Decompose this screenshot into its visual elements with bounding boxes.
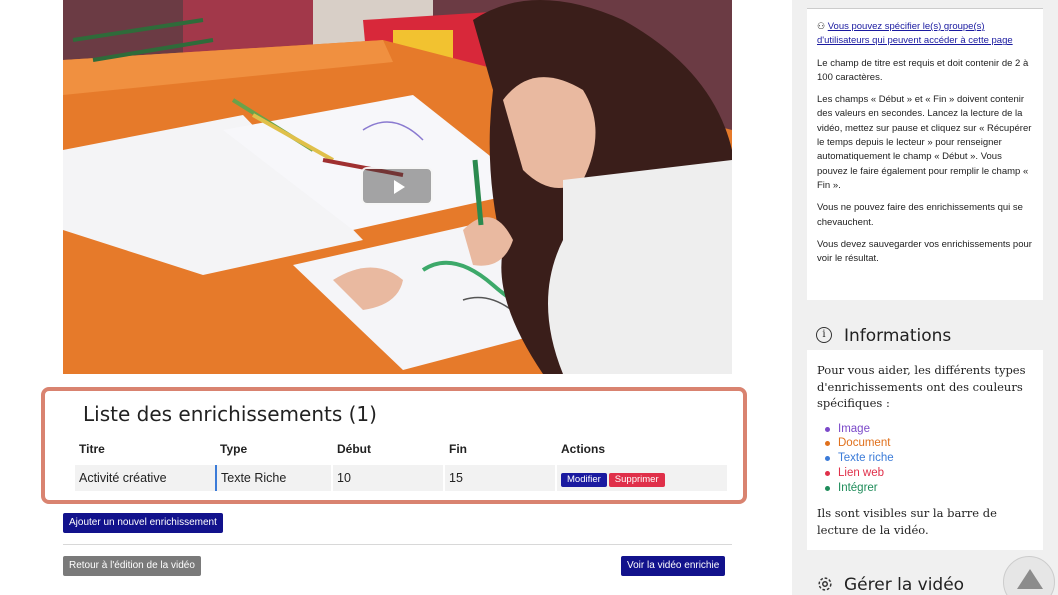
enrichment-list-title: Liste des enrichissements (1): [83, 402, 377, 426]
informations-intro: Pour vous aider, les différents types d'…: [817, 363, 1026, 410]
informations-card: Pour vous aider, les différents types d'…: [807, 350, 1043, 550]
dot-icon: [825, 485, 830, 491]
delete-button[interactable]: Supprimer: [608, 473, 665, 487]
legend-item-image: Image: [825, 422, 1033, 437]
help-title-rule: Le champ de titre est requis et doit con…: [817, 57, 1029, 83]
add-enrichment-button[interactable]: Ajouter un nouvel enrichissement: [63, 513, 223, 533]
legend-item-lien-web: Lien web: [825, 466, 1033, 481]
dot-icon: [825, 441, 830, 447]
column-header-type: Type: [220, 442, 248, 456]
dot-icon: [825, 470, 830, 476]
informations-outro: Ils sont visibles sur la barre de lectur…: [817, 506, 997, 537]
access-groups-link[interactable]: Vous pouvez spécifier le(s) groupe(s) d'…: [817, 21, 1013, 46]
column-header-debut: Début: [337, 442, 371, 456]
legend-item-texte-riche: Texte riche: [825, 451, 1033, 466]
table-header-row: Titre Type Début Fin Actions: [75, 439, 727, 461]
cell-actions: Modifier Supprimer: [555, 465, 727, 491]
help-card: ⚇ Vous pouvez spécifier le(s) groupe(s) …: [807, 8, 1043, 300]
manage-video-title: Gérer la vidéo: [844, 575, 965, 595]
color-legend: Image Document Texte riche Lien web Inté…: [825, 422, 1033, 496]
modify-button[interactable]: Modifier: [561, 473, 607, 487]
cell-titre: Activité créative: [79, 471, 167, 485]
group-icon: ⚇: [817, 21, 826, 31]
back-to-edit-button[interactable]: Retour à l'édition de la vidéo: [63, 556, 201, 576]
dot-icon: [825, 456, 830, 462]
enrichment-list-panel: Liste des enrichissements (1) Titre Type…: [41, 387, 747, 504]
column-header-fin: Fin: [449, 442, 467, 456]
column-header-titre: Titre: [79, 442, 105, 456]
help-save-rule: Vous devez sauvegarder vos enrichissemen…: [817, 238, 1032, 265]
enrichment-table: Titre Type Début Fin Actions Activité cr…: [75, 439, 727, 491]
gear-icon: [818, 577, 832, 591]
informations-title: Informations: [844, 326, 952, 346]
play-icon: [394, 180, 405, 194]
divider: [63, 544, 732, 545]
cell-type: Texte Riche: [215, 465, 331, 491]
table-row: Activité créative Texte Riche 10 15 Modi…: [75, 465, 727, 491]
info-icon: i: [816, 327, 832, 343]
help-start-end-rule: Les champs « Début » et « Fin » doivent …: [817, 94, 1032, 191]
column-header-actions: Actions: [561, 442, 606, 456]
play-button[interactable]: [361, 167, 433, 205]
sidebar: ⚇ Vous pouvez spécifier le(s) groupe(s) …: [792, 0, 1058, 595]
informations-header: i Informations: [807, 318, 1043, 350]
video-player[interactable]: [63, 0, 732, 374]
legend-item-integrer: Intégrer: [825, 481, 1033, 496]
cell-debut: 10: [331, 465, 443, 491]
arrow-up-icon: [1017, 569, 1043, 589]
cell-fin: 15: [443, 465, 555, 491]
dot-icon: [825, 426, 830, 432]
view-enriched-video-button[interactable]: Voir la vidéo enrichie: [621, 556, 726, 576]
help-overlap-rule: Vous ne pouvez faire des enrichissements…: [817, 202, 1023, 228]
legend-item-document: Document: [825, 436, 1033, 451]
